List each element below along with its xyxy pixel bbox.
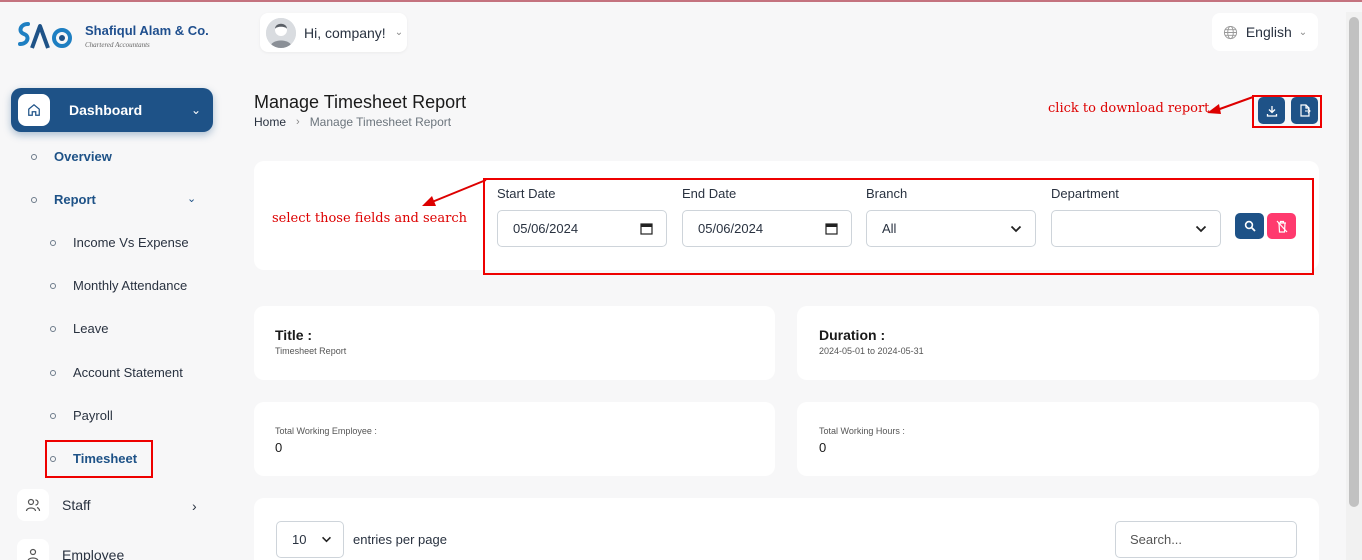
chevron-down-icon: ⌄: [1298, 26, 1308, 38]
language-selector[interactable]: English ⌄: [1212, 13, 1318, 51]
breadcrumb: Home › Manage Timesheet Report: [254, 115, 451, 129]
chevron-down-icon: [1010, 225, 1022, 232]
sidebar-item-employee[interactable]: Employee: [17, 539, 124, 560]
entries-per-page-label: entries per page: [353, 532, 447, 547]
table-search-input[interactable]: [1115, 521, 1297, 558]
start-date-label: Start Date: [497, 186, 556, 201]
sidebar-item-label: Report: [54, 192, 96, 207]
user-icon: [17, 539, 49, 560]
file-export-icon: [1299, 104, 1311, 117]
sidebar-item-overview[interactable]: Overview: [31, 149, 112, 164]
working-hours-label: Total Working Hours :: [819, 426, 905, 436]
chevron-right-icon: ›: [296, 116, 300, 128]
brand-tagline: Chartered Accountants: [85, 41, 150, 49]
sidebar-item-label: Account Statement: [73, 365, 183, 380]
entries-per-page-value: 10: [292, 532, 307, 547]
language-label: English: [1245, 24, 1292, 40]
search-icon: [1244, 220, 1256, 232]
chevron-right-icon[interactable]: ›: [192, 498, 197, 514]
scrollbar-thumb[interactable]: [1349, 17, 1359, 507]
sidebar-item-label: Leave: [73, 321, 109, 336]
bullet-icon: [50, 325, 56, 332]
chevron-down-icon[interactable]: ⌄: [187, 192, 196, 205]
department-label: Department: [1051, 186, 1119, 201]
branch-select[interactable]: All: [866, 210, 1036, 247]
breadcrumb-home[interactable]: Home: [254, 115, 286, 129]
working-employee-label: Total Working Employee :: [275, 426, 377, 436]
search-button[interactable]: [1235, 213, 1264, 239]
bullet-icon: [50, 282, 56, 289]
title-value: Timesheet Report: [275, 346, 347, 356]
sidebar-item-income-vs-expense[interactable]: Income Vs Expense: [50, 235, 189, 250]
branch-value: All: [882, 221, 897, 236]
title-label: Title :: [275, 327, 313, 343]
scrollbar[interactable]: [1346, 12, 1362, 560]
sidebar-item-leave[interactable]: Leave: [50, 321, 108, 336]
globe-icon: [1223, 25, 1237, 39]
calendar-icon[interactable]: [640, 222, 653, 235]
arrow-annotation-fields: [422, 179, 487, 206]
trash-off-icon: [1276, 220, 1287, 233]
department-select[interactable]: [1051, 210, 1221, 247]
duration-card: [797, 306, 1319, 380]
sidebar-item-payroll[interactable]: Payroll: [50, 408, 113, 423]
bullet-icon: [50, 369, 56, 376]
sidebar-item-monthly-attendance[interactable]: Monthly Attendance: [50, 278, 187, 293]
chevron-down-icon: ⌄: [394, 27, 404, 38]
page-title: Manage Timesheet Report: [254, 92, 467, 112]
end-date-label: End Date: [682, 186, 737, 201]
start-date-value: 05/06/2024: [513, 221, 579, 236]
sidebar-item-label: Payroll: [73, 408, 113, 423]
user-menu[interactable]: Hi, company! ⌄: [260, 13, 407, 52]
branch-label: Branch: [866, 186, 908, 201]
chevron-down-icon: [322, 536, 331, 543]
annotation-download: click to download report: [1048, 101, 1210, 116]
sidebar-item-label: Dashboard: [69, 102, 143, 118]
home-icon: [18, 94, 50, 126]
arrow-annotation-download: [1207, 96, 1254, 114]
duration-label: Duration :: [819, 327, 886, 343]
calendar-icon[interactable]: [825, 222, 838, 235]
brand-logo[interactable]: Shafiqul Alam & Co. Chartered Accountant…: [14, 18, 209, 54]
bullet-icon: [50, 239, 56, 246]
reset-filter-button[interactable]: [1267, 213, 1296, 239]
timesheet-highlight-box: [45, 440, 153, 478]
avatar: [266, 17, 296, 48]
brand-name: Shafiqul Alam & Co.: [85, 23, 209, 38]
annotation-fields: select those fields and search: [272, 211, 467, 226]
working-employee-card: [254, 402, 775, 476]
top-accent-line: [0, 0, 1362, 2]
sidebar-item-label: Employee: [62, 547, 125, 560]
users-icon: [17, 489, 49, 521]
bullet-icon: [31, 153, 37, 160]
working-hours-card: [797, 402, 1319, 476]
end-date-input[interactable]: 05/06/2024: [682, 210, 852, 247]
start-date-input[interactable]: 05/06/2024: [497, 210, 667, 247]
title-card: [254, 306, 775, 380]
sidebar-item-label: Income Vs Expense: [73, 235, 189, 250]
entries-per-page-select[interactable]: 10: [276, 521, 344, 558]
working-hours-value: 0: [819, 440, 827, 455]
duration-value: 2024-05-01 to 2024-05-31: [819, 346, 924, 356]
sidebar-item-label: Monthly Attendance: [73, 278, 188, 293]
export-file-button[interactable]: [1291, 97, 1318, 124]
breadcrumb-current: Manage Timesheet Report: [309, 115, 452, 129]
logo-mark-icon: [18, 22, 72, 49]
sidebar-item-label: Staff: [62, 497, 91, 513]
download-button[interactable]: [1258, 97, 1285, 124]
download-icon: [1266, 105, 1277, 117]
working-employee-value: 0: [275, 440, 283, 455]
bullet-icon: [50, 412, 56, 419]
chevron-down-icon: [1195, 225, 1207, 232]
end-date-value: 05/06/2024: [698, 221, 764, 236]
sidebar-item-label: Overview: [54, 149, 112, 164]
sidebar-item-report[interactable]: Report: [31, 192, 96, 207]
sidebar-item-staff[interactable]: Staff: [17, 489, 91, 521]
bullet-icon: [31, 196, 37, 203]
sidebar-item-account-statement[interactable]: Account Statement: [50, 365, 183, 380]
chevron-down-icon: ⌄: [190, 103, 201, 117]
user-greeting: Hi, company!: [304, 24, 386, 41]
sidebar-item-dashboard[interactable]: Dashboard ⌄: [11, 88, 213, 132]
